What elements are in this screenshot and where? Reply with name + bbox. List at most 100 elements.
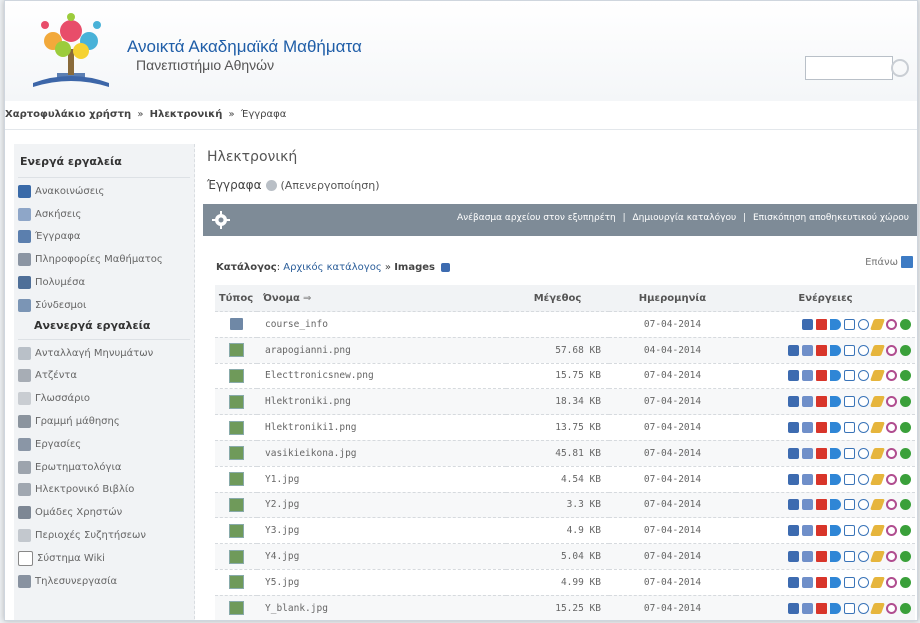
move-arrow-icon[interactable] [830, 551, 841, 563]
move-icon[interactable] [802, 396, 813, 408]
properties-icon[interactable] [844, 551, 855, 563]
comment-icon[interactable] [858, 344, 869, 356]
delete-icon[interactable] [816, 576, 827, 588]
properties-icon[interactable] [844, 602, 855, 614]
active-item[interactable]: Έγγραφα [14, 226, 194, 249]
edit-icon[interactable] [869, 370, 886, 382]
download-icon[interactable] [788, 499, 799, 511]
breadcrumb-portfolio[interactable]: Χαρτοφυλάκιο χρήστη [5, 109, 131, 120]
delete-icon[interactable] [816, 396, 827, 408]
move-arrow-icon[interactable] [830, 602, 841, 614]
edit-icon[interactable] [869, 576, 886, 588]
edit-icon[interactable] [869, 422, 886, 434]
publish-icon[interactable] [900, 576, 911, 588]
edit-icon[interactable] [869, 396, 886, 408]
file-name[interactable]: course_info [257, 311, 506, 338]
inactive-item-label[interactable]: Ομάδες Χρηστών [35, 507, 122, 518]
move-arrow-icon[interactable] [830, 396, 841, 408]
move-icon[interactable] [802, 551, 813, 563]
col-date[interactable]: Ημερομηνία [609, 285, 736, 312]
gear-icon[interactable] [212, 211, 230, 229]
upload-file-link[interactable]: Ανέβασμα αρχείου στον εξυπηρέτη [457, 213, 616, 223]
up-label[interactable]: Επάνω [865, 257, 898, 268]
move-arrow-icon[interactable] [830, 525, 841, 537]
inactive-item-label[interactable]: Ερωτηματολόγια [35, 462, 121, 473]
edit-icon[interactable] [869, 602, 886, 614]
file-name[interactable]: Y1.jpg [257, 465, 506, 493]
properties-icon[interactable] [844, 370, 855, 382]
inactive-item-label[interactable]: Ατζέντα [35, 370, 77, 381]
col-type[interactable]: Τύπος [215, 285, 257, 312]
file-name[interactable]: Y2.jpg [257, 491, 506, 518]
image-file-icon[interactable] [228, 601, 244, 616]
image-file-icon[interactable] [228, 343, 244, 358]
col-size[interactable]: Μέγεθος [506, 285, 609, 312]
download-icon[interactable] [788, 473, 799, 485]
comment-icon[interactable] [858, 396, 869, 408]
file-name[interactable]: Y3.jpg [257, 517, 506, 544]
download-icon[interactable] [802, 318, 813, 330]
inactive-item[interactable]: Ηλεκτρονικό Βιβλίο [14, 479, 194, 502]
edit-icon[interactable] [869, 318, 886, 330]
move-arrow-icon[interactable] [830, 473, 841, 485]
properties-icon[interactable] [844, 525, 855, 537]
comment-icon[interactable] [858, 473, 869, 485]
move-icon[interactable] [802, 473, 813, 485]
inactive-item[interactable]: Ανταλλαγή Μηνυμάτων [14, 342, 194, 365]
move-icon[interactable] [802, 344, 813, 356]
download-icon[interactable] [788, 422, 799, 434]
visibility-icon[interactable] [886, 499, 897, 511]
inactive-item[interactable]: Περιοχές Συζητήσεων [14, 524, 194, 547]
move-icon[interactable] [802, 370, 813, 382]
storage-overview-link[interactable]: Επισκόπηση αποθηκευτικού χώρου [753, 213, 909, 223]
search-icon[interactable] [891, 59, 909, 77]
inactive-item[interactable]: Γραμμή μάθησης [14, 410, 194, 433]
active-item[interactable]: Ασκήσεις [14, 203, 194, 226]
comment-icon[interactable] [858, 370, 869, 382]
inactive-item[interactable]: Σύστημα Wiki [14, 547, 194, 570]
inactive-item-label[interactable]: Ηλεκτρονικό Βιβλίο [35, 484, 134, 495]
download-icon[interactable] [788, 525, 799, 537]
edit-icon[interactable] [869, 551, 886, 563]
file-name[interactable]: Y_blank.jpg [257, 594, 506, 620]
inactive-item-label[interactable]: Τηλεσυνεργασία [35, 576, 117, 587]
comment-icon[interactable] [858, 447, 869, 459]
visibility-icon[interactable] [886, 396, 897, 408]
active-item-label[interactable]: Ανακοινώσεις [35, 186, 104, 197]
comment-icon[interactable] [858, 499, 869, 511]
logo-icon[interactable] [23, 11, 119, 89]
comment-icon[interactable] [858, 318, 869, 330]
visibility-icon[interactable] [886, 447, 897, 459]
edit-icon[interactable] [869, 447, 886, 459]
image-file-icon[interactable] [228, 549, 244, 564]
inactive-item-label[interactable]: Περιοχές Συζητήσεων [35, 530, 146, 541]
active-item-label[interactable]: Σύνδεσμοι [35, 300, 86, 311]
publish-icon[interactable] [900, 318, 911, 330]
image-file-icon[interactable] [228, 523, 244, 538]
properties-icon[interactable] [844, 318, 855, 330]
properties-icon[interactable] [844, 447, 855, 459]
file-name[interactable]: Hlektroniki1.png [257, 414, 506, 441]
toggle-icon[interactable] [265, 179, 277, 191]
publish-icon[interactable] [900, 447, 911, 459]
file-name[interactable]: Y4.jpg [257, 543, 506, 570]
move-arrow-icon[interactable] [830, 499, 841, 511]
move-arrow-icon[interactable] [830, 576, 841, 588]
move-icon[interactable] [802, 525, 813, 537]
image-file-icon[interactable] [228, 420, 244, 435]
download-icon[interactable] [788, 396, 799, 408]
comment-icon[interactable] [858, 602, 869, 614]
inactive-item-label[interactable]: Σύστημα Wiki [37, 553, 105, 564]
delete-icon[interactable] [816, 344, 827, 356]
delete-icon[interactable] [816, 602, 827, 614]
inactive-item[interactable]: Γλωσσάριο [14, 387, 194, 410]
image-file-icon[interactable] [228, 446, 244, 461]
inactive-item[interactable]: Ομάδες Χρηστών [14, 501, 194, 524]
site-title[interactable]: Ανοικτά Ακαδημαϊκά Μαθήματα [127, 37, 362, 57]
edit-icon[interactable] [869, 473, 886, 485]
file-name[interactable]: Hlektroniki.png [257, 388, 506, 415]
edit-icon[interactable] [869, 344, 886, 356]
move-icon[interactable] [802, 499, 813, 511]
search-input[interactable] [805, 56, 893, 80]
properties-icon[interactable] [844, 499, 855, 511]
